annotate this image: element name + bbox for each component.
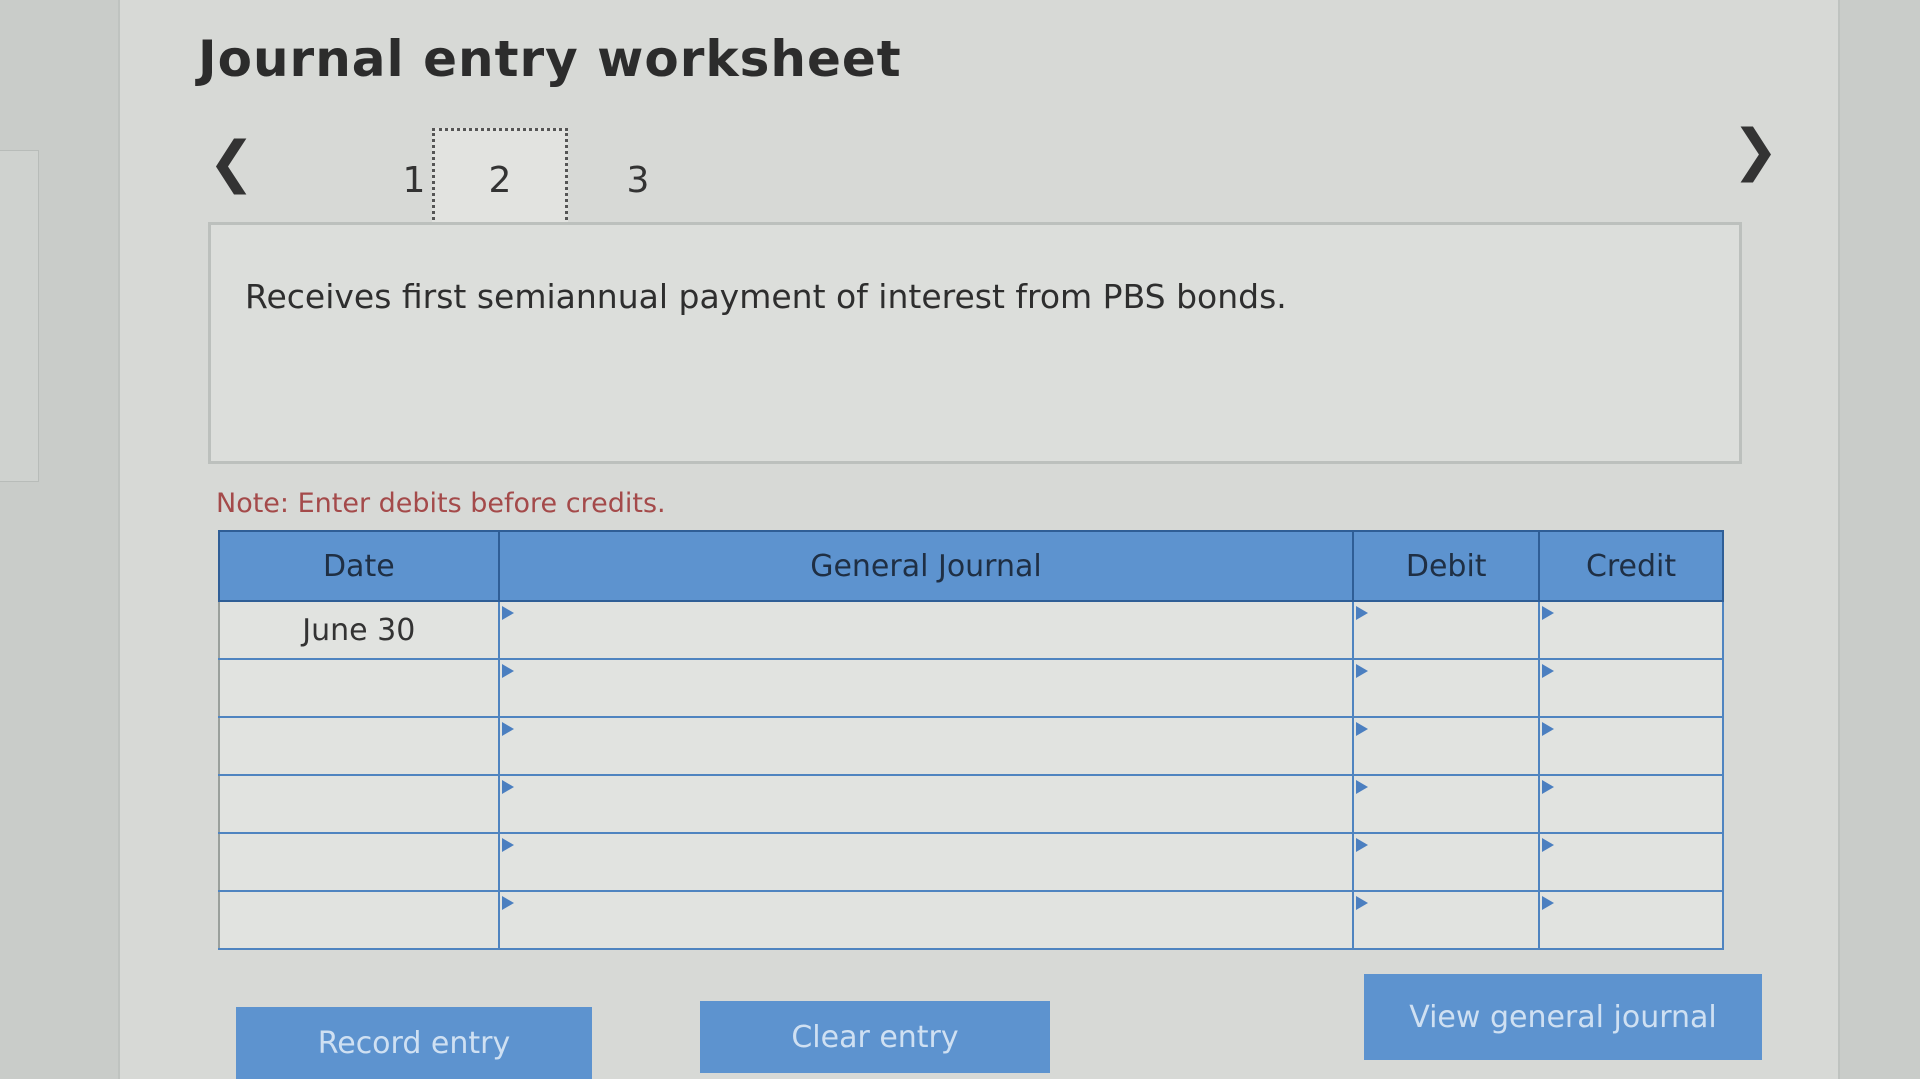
view-general-journal-button[interactable]: View general journal [1364, 974, 1762, 1060]
debit-input[interactable] [1352, 716, 1541, 776]
debit-input[interactable] [1352, 658, 1541, 718]
flag-icon [501, 664, 514, 678]
table-row [218, 774, 1724, 834]
chevron-left-icon[interactable]: ❮ [208, 130, 255, 195]
flag-icon [501, 722, 514, 736]
account-input[interactable] [497, 890, 1355, 950]
column-header-credit: Credit [1538, 530, 1724, 602]
flag-icon [501, 780, 514, 794]
page-title: Journal entry worksheet [198, 30, 902, 88]
flag-icon [1356, 722, 1369, 736]
transaction-description-box: Receives first semiannual payment of int… [208, 222, 1742, 464]
account-input[interactable] [497, 774, 1355, 834]
debit-input[interactable] [1352, 600, 1541, 660]
date-cell[interactable] [218, 890, 500, 950]
credit-input[interactable] [1538, 832, 1724, 892]
flag-icon [1542, 780, 1555, 794]
flag-icon [1542, 664, 1555, 678]
credit-input[interactable] [1538, 600, 1724, 660]
table-row: June 30 [218, 600, 1724, 660]
table-row [218, 890, 1724, 950]
date-cell[interactable] [218, 716, 500, 776]
date-cell[interactable]: June 30 [218, 600, 500, 660]
credit-input[interactable] [1538, 716, 1724, 776]
tab-3[interactable]: 3 [570, 128, 706, 232]
credit-input[interactable] [1538, 890, 1724, 950]
flag-icon [1356, 896, 1369, 910]
flag-icon [1542, 896, 1555, 910]
date-cell[interactable] [218, 658, 500, 718]
record-entry-button[interactable]: Record entry [236, 1007, 592, 1079]
flag-icon [501, 896, 514, 910]
debit-input[interactable] [1352, 774, 1541, 834]
flag-icon [1356, 606, 1369, 620]
flag-icon [501, 606, 514, 620]
column-header-debit: Debit [1352, 530, 1541, 602]
flag-icon [1356, 780, 1369, 794]
flag-icon [501, 838, 514, 852]
flag-icon [1356, 838, 1369, 852]
transaction-description: Receives first semiannual payment of int… [245, 277, 1287, 316]
account-input[interactable] [497, 600, 1355, 660]
side-panel-edge [0, 150, 39, 482]
credit-input[interactable] [1538, 658, 1724, 718]
table-row [218, 716, 1724, 776]
credit-input[interactable] [1538, 774, 1724, 834]
worksheet-panel: Journal entry worksheet ❮ ❯ 1 2 3 Receiv… [118, 0, 1840, 1079]
flag-icon [1542, 606, 1555, 620]
table-row [218, 832, 1724, 892]
journal-table: Date General Journal Debit Credit June 3… [218, 530, 1724, 950]
column-header-date: Date [218, 530, 500, 602]
date-cell[interactable] [218, 774, 500, 834]
account-input[interactable] [497, 658, 1355, 718]
flag-icon [1356, 664, 1369, 678]
account-input[interactable] [497, 716, 1355, 776]
account-input[interactable] [497, 832, 1355, 892]
table-row [218, 658, 1724, 718]
flag-icon [1542, 838, 1555, 852]
debit-input[interactable] [1352, 890, 1541, 950]
tab-2[interactable]: 2 [432, 128, 568, 232]
debit-input[interactable] [1352, 832, 1541, 892]
chevron-right-icon[interactable]: ❯ [1732, 118, 1779, 183]
flag-icon [1542, 722, 1555, 736]
date-cell[interactable] [218, 832, 500, 892]
note-text: Note: Enter debits before credits. [216, 488, 666, 519]
clear-entry-button[interactable]: Clear entry [700, 1001, 1050, 1073]
column-header-general-journal: General Journal [497, 530, 1355, 602]
